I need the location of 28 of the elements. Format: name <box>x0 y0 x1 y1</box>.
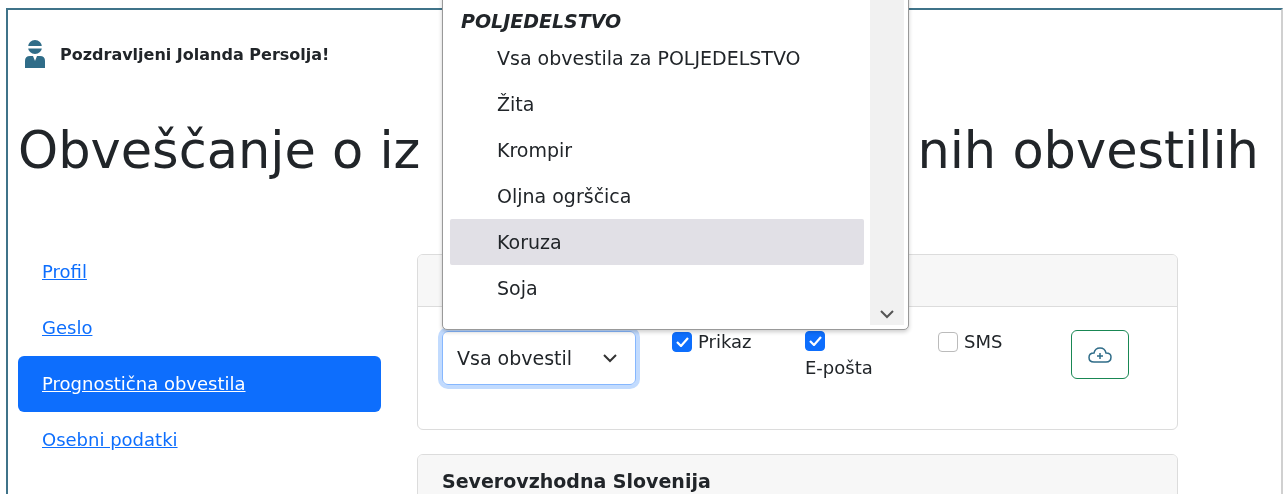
dropdown-option[interactable]: Žita <box>450 81 864 127</box>
dropdown-option[interactable]: Soja <box>450 265 864 311</box>
dropdown-option[interactable]: Oljna ogrščica <box>450 173 864 219</box>
user-icon <box>24 39 46 69</box>
checkbox-label: SMS <box>964 331 1003 352</box>
sidebar-link[interactable]: Prognostična obvestila <box>18 356 381 412</box>
chevron-down-icon <box>603 353 617 363</box>
checkbox[interactable] <box>805 331 825 351</box>
dropdown-option[interactable]: Koruza <box>450 219 864 265</box>
checkbox-label: E-pošta <box>805 357 873 378</box>
checkbox[interactable] <box>672 331 692 352</box>
page-title: nih obvestilih <box>917 121 1259 181</box>
page-title: Obveščanje o iz <box>18 121 421 181</box>
checkmark-icon <box>675 336 689 347</box>
greeting-text: Pozdravljeni Jolanda Persolja! <box>60 44 330 64</box>
checkbox[interactable] <box>938 331 958 352</box>
dropdown-option[interactable]: Vsa obvestila za POLJEDELSTVO <box>450 35 864 81</box>
card-title: Severovzhodna Slovenija <box>442 469 711 492</box>
sidebar-link[interactable]: Geslo <box>18 300 381 356</box>
checkbox-label: Prikaz <box>698 331 752 352</box>
checkmark-icon <box>808 336 822 346</box>
cloud-plus-icon <box>1088 345 1112 364</box>
sidebar-link[interactable]: Profil <box>18 244 381 300</box>
option-group-label: POLJEDELSTVO <box>460 9 623 34</box>
sidebar-link[interactable]: Osebni podatki <box>18 412 381 468</box>
dropdown-option[interactable]: Krompir <box>450 127 864 173</box>
scroll-down-icon[interactable] <box>880 310 894 319</box>
cloud-upload-button[interactable] <box>1071 330 1129 379</box>
